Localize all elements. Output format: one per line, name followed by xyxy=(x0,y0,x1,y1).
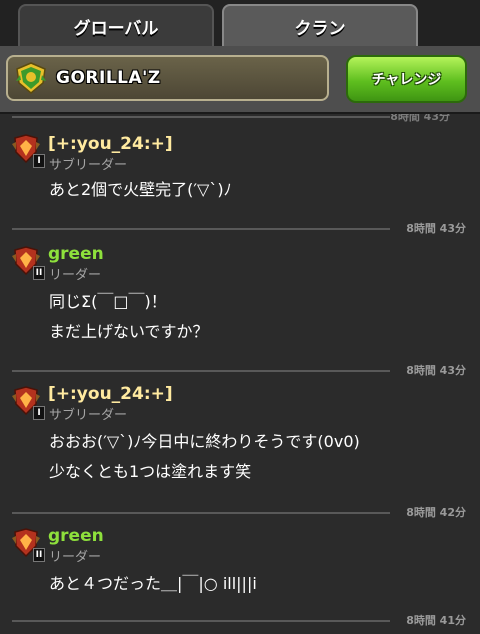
tab-clan[interactable]: クラン xyxy=(222,4,418,46)
member-role: リーダー xyxy=(49,268,102,283)
message-separator: 8時間 43分 xyxy=(0,364,480,377)
message-text: あと2個で火壁完了(′▽`)ﾉ xyxy=(49,180,232,199)
challenge-button[interactable]: チャレンジ xyxy=(346,55,467,103)
message-text: まだ上げないですか？ xyxy=(49,322,209,341)
divider xyxy=(12,620,390,622)
timestamp: 8時間 42分 xyxy=(406,506,466,519)
message-text: おおお(′▽`)ﾉ今日中に終わりそうです(0v0) xyxy=(49,432,360,451)
message-text: 同じΣ(￣□￣)！ xyxy=(49,292,167,311)
member-role: サブリーダー xyxy=(49,408,128,423)
rank-badge: II xyxy=(33,548,45,562)
tab-global[interactable]: グローバル xyxy=(18,4,214,46)
rank-badge: II xyxy=(33,266,45,280)
timestamp: 8時間 43分 xyxy=(406,222,466,235)
chat-list[interactable]: 8時間 43分 I [+:you_24:+] サブリーダー あと2個で火壁完了(… xyxy=(0,114,480,634)
message-text: あと４つだった＿|￣|○ ill|||i xyxy=(49,574,257,593)
tab-bar: グローバル クラン xyxy=(0,0,480,46)
divider xyxy=(12,370,390,372)
clan-badge-icon xyxy=(16,62,46,94)
message-separator: 8時間 43分 xyxy=(0,222,480,235)
rank-badge: I xyxy=(33,154,45,168)
username[interactable]: green xyxy=(48,244,104,264)
clan-info-box[interactable]: GORILLA'Z xyxy=(6,55,329,101)
timestamp: 8時間 43分 xyxy=(406,364,466,377)
timestamp: 8時間 41分 xyxy=(406,614,466,627)
member-role: リーダー xyxy=(49,550,102,565)
member-role: サブリーダー xyxy=(49,158,128,173)
timestamp: 8時間 43分 xyxy=(390,114,450,123)
username[interactable]: green xyxy=(48,526,104,546)
divider xyxy=(12,116,390,118)
divider xyxy=(12,228,390,230)
message-separator: 8時間 43分 xyxy=(0,114,480,126)
message-separator: 8時間 41分 xyxy=(0,614,480,627)
username[interactable]: [+:you_24:+] xyxy=(48,134,173,154)
divider xyxy=(12,512,390,514)
message-text: 少なくとも1つは塗れます笑 xyxy=(49,462,252,481)
username[interactable]: [+:you_24:+] xyxy=(48,384,173,404)
clan-header: GORILLA'Z チャレンジ xyxy=(0,46,480,114)
clan-name: GORILLA'Z xyxy=(56,68,161,88)
rank-badge: I xyxy=(33,406,45,420)
message-separator: 8時間 42分 xyxy=(0,506,480,519)
